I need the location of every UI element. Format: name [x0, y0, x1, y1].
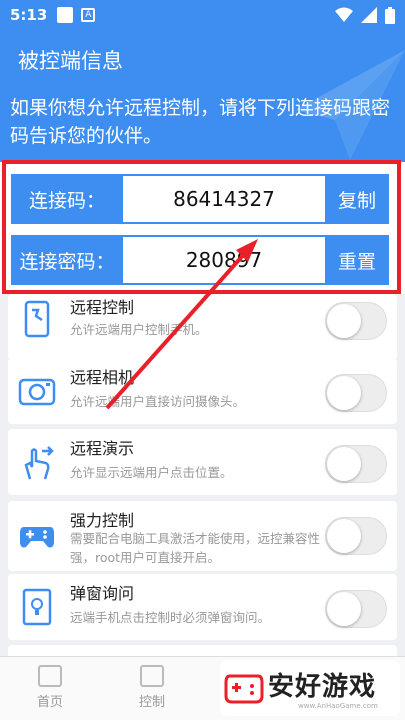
home-icon	[38, 665, 62, 687]
feature-desc: 远端手机点击控制时必须弹窗询问。	[70, 610, 271, 625]
remote-camera-toggle[interactable]	[325, 374, 387, 412]
hand-pointer-icon	[24, 446, 54, 480]
status-bar: 5:13 A	[0, 0, 405, 30]
nav-control[interactable]: 控制	[112, 665, 192, 710]
feature-name: 弹窗询问	[70, 584, 135, 603]
feature-desc: 允许远端用户直接访问摄像头。	[70, 394, 246, 409]
remote-control-toggle[interactable]	[325, 302, 387, 340]
popup-ask-toggle[interactable]	[325, 590, 387, 628]
power-control-toggle[interactable]	[325, 517, 387, 555]
feature-name: 强力控制	[70, 511, 135, 530]
phone-touch-icon	[24, 300, 50, 338]
watermark-text: 安好游戏	[268, 672, 377, 702]
feature-remote-demo: 远程演示 允许显示远端用户点击位置。	[8, 429, 397, 495]
highlight-frame	[2, 160, 401, 294]
status-time: 5:13	[10, 6, 48, 24]
feature-name: 远程相机	[70, 368, 135, 387]
feature-remote-control: 远程控制 允许远端用户控制手机。	[8, 294, 397, 360]
nav-control-label: 控制	[138, 695, 165, 710]
notification-icon	[57, 7, 74, 23]
feature-power-control: 强力控制 需要配合电脑工具激活才能使用，远控兼容性强，root用户可直接开启。	[8, 501, 397, 571]
feature-remote-camera: 远程相机 允许远端用户直接访问摄像头。	[8, 358, 397, 424]
bulb-popup-icon	[22, 588, 52, 626]
feature-name: 远程演示	[70, 439, 135, 458]
remote-demo-toggle[interactable]	[325, 445, 387, 483]
notification-app-icon: A	[81, 8, 96, 22]
header: 被控端信息 如果你想允许远程控制，请将下列连接码跟密码告诉您的伙伴。	[0, 30, 405, 162]
wifi-icon	[335, 7, 353, 22]
feature-name: 远程控制	[70, 298, 135, 317]
page-title: 被控端信息	[18, 49, 123, 73]
watermark: 安好游戏 www.AnHaoGame.com	[220, 660, 400, 716]
feature-desc: 允许显示远端用户点击位置。	[70, 465, 233, 480]
battery-icon	[385, 6, 395, 24]
nav-home[interactable]: 首页	[10, 665, 90, 710]
header-description: 如果你想允许远程控制，请将下列连接码跟密码告诉您的伙伴。	[10, 97, 391, 147]
signal-icon	[361, 7, 377, 23]
camera-icon	[18, 378, 56, 406]
gamepad-icon	[20, 527, 54, 548]
nav-home-label: 首页	[36, 695, 63, 710]
gamepad-logo-icon	[224, 674, 264, 704]
watermark-url: www.AnHaoGame.com	[298, 702, 378, 710]
feature-desc: 允许远端用户控制手机。	[70, 322, 208, 337]
feature-desc: 需要配合电脑工具激活才能使用，远控兼容性强，root用户可直接开启。	[70, 531, 321, 565]
feature-popup-ask: 弹窗询问 远端手机点击控制时必须弹窗询问。	[8, 574, 397, 640]
control-icon	[140, 665, 164, 687]
